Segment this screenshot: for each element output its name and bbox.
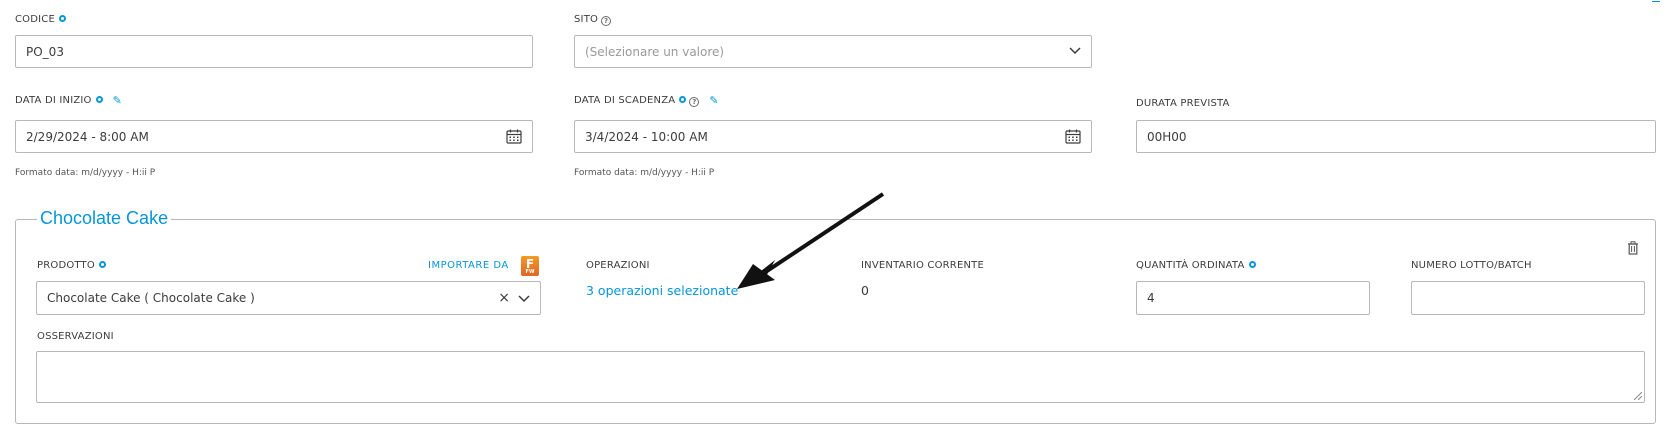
data-inizio-value: 2/29/2024 - 8:00 AM [26, 129, 149, 144]
data-scadenza-input[interactable]: 3/4/2024 - 10:00 AM [574, 120, 1092, 153]
resize-handle-icon[interactable] [1634, 392, 1642, 400]
magic-wand-icon[interactable]: ✎ [113, 95, 122, 107]
fusion-f-icon: F FW [521, 256, 539, 276]
required-dot-icon [98, 261, 106, 268]
required-dot-icon [59, 15, 67, 22]
osservazioni-textarea[interactable] [36, 351, 1645, 403]
sito-select[interactable]: (Selezionare un valore) [574, 35, 1092, 68]
quantita-ordinata-value: 4 [1147, 291, 1155, 305]
codice-value: PO_03 [26, 44, 64, 59]
trash-icon[interactable] [1627, 241, 1639, 255]
numero-lotto-label: NUMERO LOTTO/BATCH [1411, 260, 1532, 271]
data-scadenza-value: 3/4/2024 - 10:00 AM [585, 129, 708, 144]
magic-wand-icon[interactable]: ✎ [709, 95, 718, 107]
importare-da-link[interactable]: IMPORTARE DA F FW [428, 256, 541, 278]
durata-prevista-input[interactable]: 00H00 [1136, 120, 1656, 153]
operazioni-link[interactable]: 3 operazioni selezionate [586, 283, 738, 298]
prodotto-value: Chocolate Cake ( Chocolate Cake ) [47, 291, 255, 305]
codice-label: CODICE [15, 14, 67, 26]
help-circle-icon[interactable]: ? [689, 97, 700, 107]
numero-lotto-input[interactable] [1411, 281, 1645, 315]
durata-prevista-value: 00H00 [1147, 129, 1187, 144]
required-dot-icon [679, 96, 687, 103]
osservazioni-label: OSSERVAZIONI [37, 331, 114, 342]
quantita-ordinata-input[interactable]: 4 [1136, 281, 1370, 315]
required-dot-icon [1248, 261, 1256, 268]
calendar-icon[interactable] [1065, 129, 1081, 144]
help-circle-icon[interactable]: ? [601, 16, 612, 26]
data-inizio-input[interactable]: 2/29/2024 - 8:00 AM [15, 120, 533, 153]
required-dot-icon [95, 96, 103, 103]
chevron-down-icon[interactable] [518, 295, 530, 303]
quantita-ordinata-label: QUANTITÀ ORDINATA [1136, 260, 1256, 272]
prodotto-select[interactable]: Chocolate Cake ( Chocolate Cake ) × [36, 281, 541, 315]
codice-input[interactable]: PO_03 [15, 35, 533, 68]
prodotto-label: PRODOTTO [37, 260, 106, 272]
data-inizio-hint: Formato data: m/d/yyyy - H:ii P [15, 168, 156, 178]
durata-prevista-label: DURATA PREVISTA [1136, 98, 1230, 109]
sito-placeholder: (Selezionare un valore) [585, 44, 725, 59]
calendar-icon[interactable] [506, 129, 522, 144]
data-scadenza-hint: Formato data: m/d/yyyy - H:ii P [574, 168, 715, 178]
sito-label: SITO? [574, 14, 612, 26]
clear-icon[interactable]: × [498, 290, 510, 306]
product-section-title: Chocolate Cake [37, 208, 172, 229]
importare-da-label: IMPORTARE DA [428, 260, 509, 271]
data-scadenza-label: DATA DI SCADENZA? ✎ [574, 94, 719, 107]
operazioni-label: OPERAZIONI [586, 260, 650, 271]
data-inizio-label: DATA DI INIZIO ✎ [15, 94, 123, 107]
top-right-link-fragment[interactable] [1652, 0, 1660, 2]
annotation-arrow [737, 192, 885, 289]
chevron-down-icon [1069, 47, 1081, 55]
